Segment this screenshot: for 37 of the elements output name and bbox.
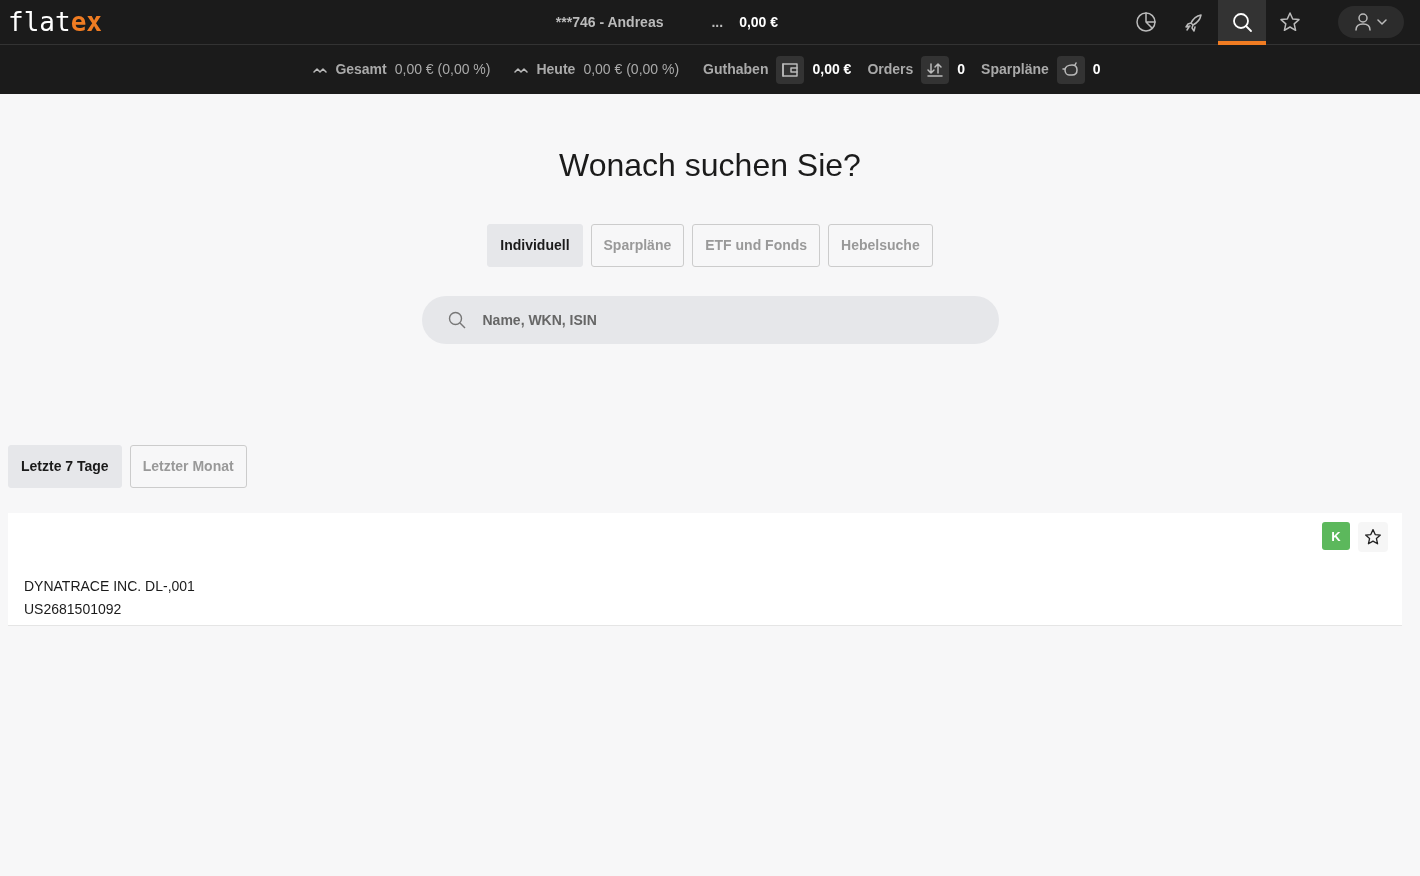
search-icon <box>1231 11 1253 33</box>
search-tab[interactable] <box>1218 0 1266 45</box>
account-label[interactable]: ***746 - Andreas <box>555 11 664 33</box>
caret-icon <box>1377 19 1387 25</box>
rocket-icon <box>1183 11 1205 33</box>
status-badge: K <box>1322 522 1350 551</box>
summary-value: 0,00 € <box>812 60 852 79</box>
summary-label: Guthaben <box>703 60 769 79</box>
summary-label: Sparpläne <box>981 60 1049 79</box>
security-name[interactable]: DYNATRACE INC. DL-,001 <box>24 575 1386 599</box>
user-icon <box>1355 13 1371 31</box>
period-tab[interactable]: Letzte 7 Tage <box>8 445 122 489</box>
page-heading: Wonach suchen Sie? <box>559 146 861 185</box>
star-icon <box>1364 528 1382 547</box>
transfer-button[interactable] <box>921 55 950 84</box>
logo[interactable]: flatex <box>8 9 102 35</box>
chart-icon <box>1135 11 1157 33</box>
user-menu-button[interactable] <box>1338 6 1404 38</box>
balance-value: 0,00 € <box>739 12 779 32</box>
summary-value: 0,00 € (0,00 %) <box>394 60 491 79</box>
summary-label: Heute <box>536 60 576 79</box>
search-field[interactable]: Name, WKN, ISIN <box>421 296 999 345</box>
wallet-button[interactable] <box>776 55 805 84</box>
favorite-button[interactable] <box>1358 522 1388 553</box>
isin-text: US2681501092 <box>24 600 123 620</box>
transfer-icon <box>926 61 945 78</box>
summary-value: 0,00 € (0,00 %) <box>583 60 680 79</box>
summary-value: 0 <box>957 60 966 79</box>
search-tab[interactable]: Individuell <box>487 224 583 268</box>
summary-label: Gesamt <box>335 60 387 79</box>
summary-value: 0 <box>1092 60 1101 79</box>
piggy-bank-icon <box>1061 61 1080 78</box>
summary-label: Orders <box>867 60 914 79</box>
dots-text: ... <box>711 12 724 32</box>
piggy-bank-button[interactable] <box>1056 55 1085 84</box>
wallet-icon <box>781 61 800 78</box>
star-icon <box>1279 11 1301 33</box>
